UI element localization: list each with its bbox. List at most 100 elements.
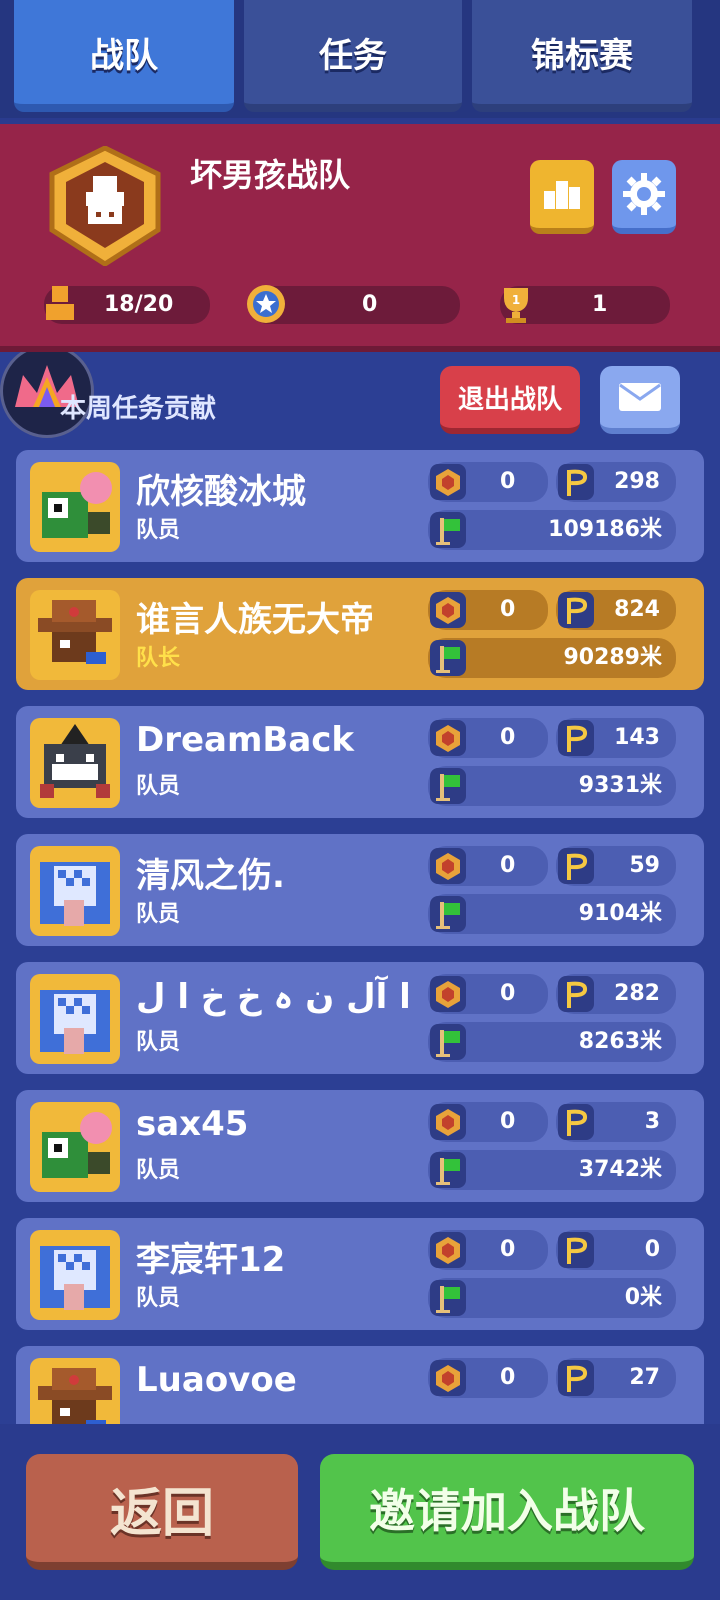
- settings-button[interactable]: [612, 160, 676, 234]
- distance-value: 9104米: [578, 901, 662, 926]
- flag-count: 824: [614, 597, 660, 622]
- member-count: 18/20: [104, 292, 174, 317]
- flag-count: 0: [644, 1237, 660, 1262]
- member-avatar[interactable]: [30, 590, 120, 680]
- green-flag-icon: [430, 640, 466, 676]
- green-flag-icon: [430, 1280, 466, 1316]
- distance-pill: 0米: [428, 1278, 676, 1318]
- member-name: ا آل ن ہ خ خ ا ل: [136, 977, 411, 1017]
- flag-count: 3: [644, 1109, 660, 1134]
- quit-team-button[interactable]: 退出战队: [440, 366, 580, 434]
- flag-count: 27: [629, 1365, 660, 1390]
- leaderboard-button[interactable]: [530, 160, 594, 234]
- member-name: Luaovoe: [136, 1360, 297, 1400]
- member-avatar[interactable]: [30, 974, 120, 1064]
- member-card-leader[interactable]: 谁言人族无大帝 队长 0 824 90289米: [16, 578, 704, 690]
- member-name: 李宸轩12: [136, 1240, 286, 1280]
- distance-pill: 90289米: [428, 638, 676, 678]
- member-avatar[interactable]: [30, 718, 120, 808]
- elephant-avatar-icon: [30, 1246, 120, 1320]
- star-count: 0: [362, 292, 378, 317]
- member-avatar[interactable]: [30, 846, 120, 936]
- yellow-flag-icon: [558, 592, 594, 628]
- medal-count: 0: [500, 597, 516, 622]
- medal-pill: 0: [428, 974, 548, 1014]
- member-avatar[interactable]: [30, 1358, 120, 1424]
- flag-pill: 143: [556, 718, 676, 758]
- member-card[interactable]: DreamBack 队员 0 143 9331米: [16, 706, 704, 818]
- medal-icon: [430, 976, 466, 1012]
- shark-avatar-icon: [30, 724, 120, 808]
- green-robot-avatar-icon: [30, 1112, 120, 1192]
- member-role: 队员: [136, 518, 181, 543]
- yellow-flag-icon: [558, 1104, 594, 1140]
- flag-count: 59: [629, 853, 660, 878]
- medal-count: 0: [500, 469, 516, 494]
- tab-bar: 战队 任务 锦标赛: [0, 0, 720, 118]
- trophy-count: 1: [592, 292, 608, 317]
- medal-pill: 0: [428, 718, 548, 758]
- mail-button[interactable]: [600, 366, 680, 434]
- member-role: 队员: [136, 902, 181, 927]
- cowboy-avatar-icon: [30, 600, 120, 680]
- member-list-panel[interactable]: 本周任务贡献 退出战队 欣核酸冰城 队员 0 298 109186米 谁言人族无大帝 队长 0…: [0, 352, 720, 1424]
- flag-count: 282: [614, 981, 660, 1006]
- team-badge-icon: [49, 146, 161, 266]
- yellow-flag-icon: [558, 848, 594, 884]
- weekly-contribution-label: 本周任务贡献: [60, 394, 217, 424]
- invite-button[interactable]: 邀请加入战队: [320, 1454, 694, 1570]
- member-card[interactable]: Luaovoe 0 27: [16, 1346, 704, 1424]
- distance-pill: 3742米: [428, 1150, 676, 1190]
- distance-value: 0米: [624, 1285, 662, 1310]
- member-role: 队员: [136, 1030, 181, 1055]
- flag-pill: 3: [556, 1102, 676, 1142]
- back-button[interactable]: 返回: [26, 1454, 298, 1570]
- member-card[interactable]: 李宸轩12 队员 0 0 0米: [16, 1218, 704, 1330]
- medal-icon: [430, 464, 466, 500]
- envelope-icon: [619, 383, 661, 411]
- flag-count: 143: [614, 725, 660, 750]
- medal-count: 0: [500, 853, 516, 878]
- green-robot-avatar-icon: [30, 472, 120, 552]
- member-card[interactable]: 欣核酸冰城 队员 0 298 109186米: [16, 450, 704, 562]
- tab-championship[interactable]: 锦标赛: [472, 0, 692, 112]
- medal-count: 0: [500, 725, 516, 750]
- distance-pill: 9331米: [428, 766, 676, 806]
- flag-pill: 0: [556, 1230, 676, 1270]
- medal-count: 0: [500, 1109, 516, 1134]
- green-flag-icon: [430, 768, 466, 804]
- member-avatar[interactable]: [30, 1230, 120, 1320]
- green-flag-icon: [430, 1024, 466, 1060]
- medal-icon: [430, 848, 466, 884]
- distance-value: 109186米: [548, 517, 662, 542]
- green-flag-icon: [430, 896, 466, 932]
- member-card[interactable]: ا آل ن ہ خ خ ا ل 队员 0 282 8263米: [16, 962, 704, 1074]
- gear-icon: [623, 173, 665, 215]
- member-icon: [46, 286, 74, 320]
- member-avatar[interactable]: [30, 462, 120, 552]
- distance-value: 9331米: [578, 773, 662, 798]
- star-stat: 0: [247, 285, 460, 324]
- medal-icon: [430, 1360, 466, 1396]
- yellow-flag-icon: [558, 976, 594, 1012]
- elephant-avatar-icon: [30, 990, 120, 1064]
- member-name: 欣核酸冰城: [136, 472, 306, 512]
- distance-value: 3742米: [578, 1157, 662, 1182]
- tab-tasks[interactable]: 任务: [244, 0, 462, 112]
- trophy-icon: 1: [504, 288, 528, 323]
- flag-pill: 282: [556, 974, 676, 1014]
- distance-pill: 9104米: [428, 894, 676, 934]
- tab-team[interactable]: 战队: [14, 0, 234, 112]
- member-count-stat: 18/20: [44, 286, 210, 324]
- medal-pill: 0: [428, 462, 548, 502]
- team-header: 坏男孩战队 18/20 0 1 1: [0, 124, 720, 352]
- member-card[interactable]: 清风之伤. 队员 0 59 9104米: [16, 834, 704, 946]
- yellow-flag-icon: [558, 1360, 594, 1396]
- member-card[interactable]: sax45 队员 0 3 3742米: [16, 1090, 704, 1202]
- yellow-flag-icon: [558, 464, 594, 500]
- member-name: DreamBack: [136, 720, 355, 760]
- member-avatar[interactable]: [30, 1102, 120, 1192]
- bottom-bar: 返回 邀请加入战队: [0, 1424, 720, 1600]
- medal-count: 0: [500, 1237, 516, 1262]
- flag-pill: 27: [556, 1358, 676, 1398]
